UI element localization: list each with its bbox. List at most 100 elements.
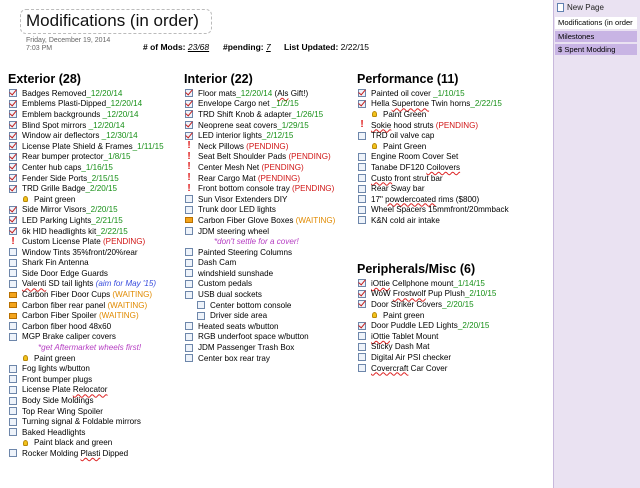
- list-item-text[interactable]: Carbon Fiber Glove Boxes (WAITING): [198, 216, 335, 225]
- checkbox-icon[interactable]: [184, 279, 194, 289]
- checkbox-box[interactable]: [185, 110, 193, 119]
- list-item-text[interactable]: Turning signal & Foldable mirrors: [22, 417, 141, 426]
- list-item-text[interactable]: Center box rear tray: [198, 354, 270, 363]
- checkbox-box[interactable]: [9, 248, 17, 257]
- checkbox-box[interactable]: [9, 152, 17, 161]
- list-item-text[interactable]: Painted Steering Columns: [198, 248, 292, 257]
- list-item-text[interactable]: Wheel Spacers 15mmfront/20mmback: [371, 205, 509, 214]
- list-item-text[interactable]: Emblem backgrounds _12/20/14: [22, 110, 139, 119]
- list-item-text[interactable]: iOttie Cellphone mount_1/14/15: [371, 279, 485, 288]
- page-tab-modifications[interactable]: Modifications (in order: [555, 17, 637, 29]
- list-item-text[interactable]: Side Mirror Visors_2/20/15: [22, 205, 118, 214]
- checkbox-box[interactable]: [185, 121, 193, 130]
- checkbox-box[interactable]: [9, 205, 17, 214]
- checkbox-icon[interactable]: [184, 321, 194, 331]
- checkbox-icon[interactable]: [357, 152, 367, 162]
- list-item-text[interactable]: Painted oil cover _1/10/15: [371, 89, 465, 98]
- list-item-text[interactable]: Front bumper plugs: [22, 375, 92, 384]
- checkbox-icon[interactable]: [184, 247, 194, 257]
- checkbox-icon[interactable]: [184, 194, 194, 204]
- checkbox-box[interactable]: [358, 184, 366, 193]
- list-item-text[interactable]: Trunk door LED lights: [198, 205, 276, 214]
- checkbox-box[interactable]: [9, 89, 17, 98]
- checkbox-box[interactable]: [185, 227, 193, 236]
- checkbox-icon[interactable]: [8, 268, 18, 278]
- list-item-text[interactable]: Custo front strut bar: [371, 174, 443, 183]
- list-item-text[interactable]: K&N cold air intake: [371, 216, 440, 225]
- list-item-text[interactable]: Body Side Moldings: [22, 396, 94, 405]
- checkbox-box[interactable]: [185, 248, 193, 257]
- list-item-text[interactable]: MGP Brake caliper covers: [22, 332, 116, 341]
- checkbox-box[interactable]: [185, 354, 193, 363]
- list-item-text[interactable]: Fender Side Ports_2/15/15: [22, 174, 119, 183]
- list-item-text[interactable]: Blind Spot mirrors _12/20/14: [22, 121, 125, 130]
- checked-checkbox-icon[interactable]: [8, 173, 18, 183]
- list-item-text[interactable]: Rear bumper protector_1/8/15: [22, 152, 130, 161]
- checked-checkbox-icon[interactable]: [357, 299, 367, 309]
- checked-checkbox-icon[interactable]: [357, 278, 367, 288]
- checkbox-icon[interactable]: [357, 184, 367, 194]
- list-item-text[interactable]: *get Aftermarket wheels first!: [38, 343, 141, 352]
- checkbox-box[interactable]: [358, 300, 366, 309]
- list-item-text[interactable]: Paint Green: [383, 110, 426, 119]
- list-item-text[interactable]: Paint green: [383, 311, 424, 320]
- list-item-text[interactable]: Paint green: [34, 354, 75, 363]
- list-item-text[interactable]: Custom License Plate (PENDING): [22, 237, 145, 246]
- checkbox-box[interactable]: [185, 258, 193, 267]
- checkbox-box[interactable]: [185, 343, 193, 352]
- checkbox-box[interactable]: [9, 385, 17, 394]
- list-item-text[interactable]: Driver side area: [210, 311, 267, 320]
- list-item-text[interactable]: Carbon fiber hood 48x60: [22, 322, 111, 331]
- list-item-text[interactable]: Badges Removed_12/20/14: [22, 89, 122, 98]
- checkbox-icon[interactable]: [357, 194, 367, 204]
- checkbox-box[interactable]: [9, 449, 17, 458]
- checked-checkbox-icon[interactable]: [8, 131, 18, 141]
- list-item-text[interactable]: Center Mesh Net (PENDING): [198, 163, 304, 172]
- checkbox-icon[interactable]: [8, 385, 18, 395]
- list-item-text[interactable]: LED Parking Lights_2/21/15: [22, 216, 123, 225]
- checked-checkbox-icon[interactable]: [184, 109, 194, 119]
- list-item-text[interactable]: Sokie hood struts (PENDING): [371, 121, 478, 130]
- checked-checkbox-icon[interactable]: [357, 99, 367, 109]
- list-item-text[interactable]: TRD Grille Badge_2/20/15: [22, 184, 117, 193]
- checkbox-box[interactable]: [185, 332, 193, 341]
- checked-checkbox-icon[interactable]: [184, 120, 194, 130]
- checkbox-box[interactable]: [185, 99, 193, 108]
- checkbox-icon[interactable]: [184, 290, 194, 300]
- checked-checkbox-icon[interactable]: [8, 215, 18, 225]
- checkbox-icon[interactable]: [8, 321, 18, 331]
- list-item-text[interactable]: Heated seats w/button: [198, 322, 279, 331]
- list-item-text[interactable]: Shark Fin Antenna: [22, 258, 89, 267]
- checkbox-box[interactable]: [358, 364, 366, 373]
- checked-checkbox-icon[interactable]: [357, 321, 367, 331]
- list-item-text[interactable]: Rocker Molding Plasti Dipped: [22, 449, 128, 458]
- checkbox-box[interactable]: [185, 269, 193, 278]
- page-tab-spent-modding[interactable]: $ Spent Modding: [555, 43, 637, 55]
- checkbox-box[interactable]: [9, 332, 17, 341]
- checked-checkbox-icon[interactable]: [8, 109, 18, 119]
- list-item-text[interactable]: Emblems Plasti-Dipped_12/20/14: [22, 99, 142, 108]
- list-item-text[interactable]: License Plate Relocator: [22, 385, 107, 394]
- list-item-text[interactable]: Covercraft Car Cover: [371, 364, 447, 373]
- checkbox-icon[interactable]: [8, 417, 18, 427]
- checkbox-box[interactable]: [185, 290, 193, 299]
- list-item-text[interactable]: Neoprene seat covers_1/29/15: [198, 121, 309, 130]
- list-item-text[interactable]: Dash Cam: [198, 258, 236, 267]
- checkbox-box[interactable]: [9, 99, 17, 108]
- checkbox-box[interactable]: [9, 227, 17, 236]
- checkbox-box[interactable]: [358, 152, 366, 161]
- checked-checkbox-icon[interactable]: [8, 162, 18, 172]
- list-item-text[interactable]: Paint green: [34, 195, 75, 204]
- page-tab-milestones[interactable]: Milestones: [555, 30, 637, 42]
- checkbox-icon[interactable]: [357, 352, 367, 362]
- checkbox-box[interactable]: [185, 205, 193, 214]
- checked-checkbox-icon[interactable]: [8, 184, 18, 194]
- checkbox-icon[interactable]: [357, 215, 367, 225]
- checkbox-icon[interactable]: [8, 374, 18, 384]
- checkbox-icon[interactable]: [357, 162, 367, 172]
- checkbox-box[interactable]: [358, 353, 366, 362]
- checkbox-box[interactable]: [358, 89, 366, 98]
- checkbox-icon[interactable]: [184, 226, 194, 236]
- page-title[interactable]: Modifications (in order): [26, 11, 199, 31]
- checkbox-icon[interactable]: [357, 205, 367, 215]
